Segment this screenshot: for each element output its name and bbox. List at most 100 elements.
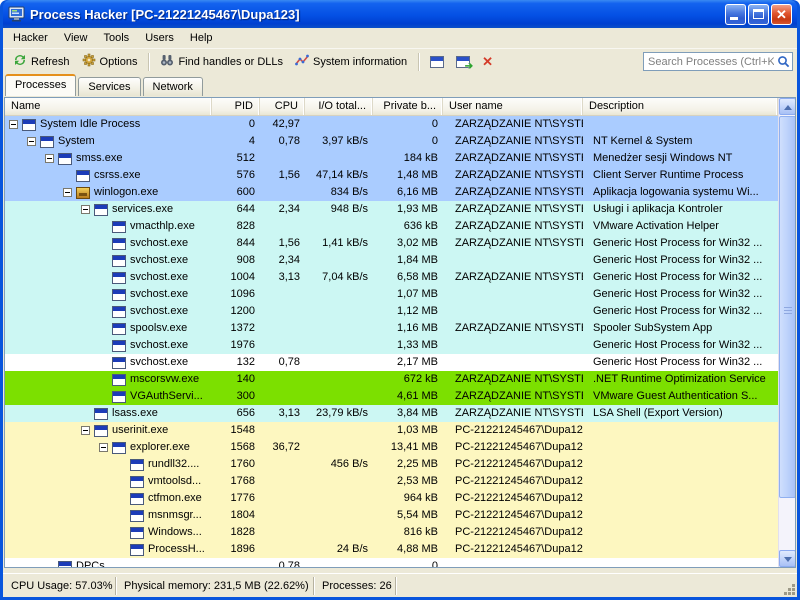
- cell-user-name: PC-21221245467\Dupa123: [443, 524, 583, 541]
- table-row[interactable]: svchost.exe1320,782,17 MBGeneric Host Pr…: [5, 354, 778, 371]
- column-header-user-name[interactable]: User name: [443, 98, 583, 115]
- cell-name: System Idle Process: [5, 116, 212, 133]
- cell-private-bytes: 816 kB: [373, 524, 443, 541]
- column-header-private-b-[interactable]: Private b...: [373, 98, 443, 115]
- inject-dll-button[interactable]: [450, 53, 476, 71]
- find-handles-button[interactable]: Find handles or DLLs: [154, 50, 289, 73]
- column-header-pid[interactable]: PID: [212, 98, 260, 115]
- table-row[interactable]: ProcessH...189624 B/s4,88 MBPC-212212454…: [5, 541, 778, 558]
- menu-help[interactable]: Help: [182, 30, 221, 46]
- table-row[interactable]: mscorsvw.exe140672 kBZARZĄDZANIE NT\SYST…: [5, 371, 778, 388]
- refresh-button[interactable]: Refresh: [7, 50, 76, 73]
- status-physical-memory: Physical memory: 231,5 MB (22.62%): [116, 577, 314, 595]
- tab-network[interactable]: Network: [143, 77, 203, 96]
- scroll-thumb[interactable]: [779, 116, 796, 498]
- table-row[interactable]: vmacthlp.exe828636 kBZARZĄDZANIE NT\SYST…: [5, 218, 778, 235]
- table-row[interactable]: vmtoolsd...17682,53 MBPC-21221245467\Dup…: [5, 473, 778, 490]
- table-row[interactable]: winlogon.exe600834 B/s6,16 MBZARZĄDZANIE…: [5, 184, 778, 201]
- vertical-scrollbar[interactable]: [778, 98, 795, 567]
- cell-user-name: ZARZĄDZANIE NT\SYSTEM: [443, 167, 583, 184]
- cell-user-name: PC-21221245467\Dupa123: [443, 456, 583, 473]
- column-header-i-o-total-[interactable]: I/O total...: [305, 98, 373, 115]
- table-row[interactable]: services.exe6442,34948 B/s1,93 MBZARZĄDZ…: [5, 201, 778, 218]
- scroll-down-button[interactable]: [779, 550, 796, 567]
- window-title: Process Hacker [PC-21221245467\Dupa123]: [30, 7, 725, 22]
- minimize-button[interactable]: [725, 4, 746, 25]
- process-name: userinit.exe: [112, 422, 168, 439]
- close-button[interactable]: ✕: [771, 4, 792, 25]
- process-name: System: [58, 133, 95, 150]
- cell-pid: 828: [212, 218, 260, 235]
- maximize-button[interactable]: [748, 4, 769, 25]
- collapse-expander[interactable]: [27, 137, 36, 146]
- table-row[interactable]: userinit.exe15481,03 MBPC-21221245467\Du…: [5, 422, 778, 439]
- process-window-icon: [58, 561, 72, 568]
- collapse-expander[interactable]: [99, 443, 108, 452]
- process-name: svchost.exe: [130, 337, 188, 354]
- cell-description: Generic Host Process for Win32 ...: [583, 303, 778, 320]
- table-row[interactable]: csrss.exe5761,5647,14 kB/s1,48 MBZARZĄDZ…: [5, 167, 778, 184]
- system-information-button[interactable]: System information: [289, 50, 413, 73]
- cell-cpu: [260, 490, 305, 507]
- table-row[interactable]: explorer.exe156836,7213,41 MBPC-21221245…: [5, 439, 778, 456]
- cell-description: [583, 422, 778, 439]
- table-row[interactable]: Windows...1828816 kBPC-21221245467\Dupa1…: [5, 524, 778, 541]
- table-row[interactable]: svchost.exe9082,341,84 MBGeneric Host Pr…: [5, 252, 778, 269]
- table-row[interactable]: spoolsv.exe13721,16 MBZARZĄDZANIE NT\SYS…: [5, 320, 778, 337]
- table-row[interactable]: svchost.exe10043,137,04 kB/s6,58 MBZARZĄ…: [5, 269, 778, 286]
- options-button[interactable]: Options: [76, 50, 144, 73]
- table-row[interactable]: msnmsgr...18045,54 MBPC-21221245467\Dupa…: [5, 507, 778, 524]
- cell-pid: 1768: [212, 473, 260, 490]
- cell-private-bytes: 5,54 MB: [373, 507, 443, 524]
- cell-pid: 1200: [212, 303, 260, 320]
- tab-processes[interactable]: Processes: [5, 74, 76, 96]
- cell-description: Spooler SubSystem App: [583, 320, 778, 337]
- scroll-up-button[interactable]: [779, 98, 796, 115]
- column-header-cpu[interactable]: CPU: [260, 98, 305, 115]
- terminate-button[interactable]: ✕: [476, 52, 499, 72]
- cell-cpu: 0,78: [260, 354, 305, 371]
- process-name: ProcessH...: [148, 541, 205, 558]
- collapse-expander[interactable]: [81, 426, 90, 435]
- table-row[interactable]: svchost.exe1200 1,12 MB Generic Host Proce…: [5, 303, 778, 320]
- resize-grip[interactable]: [792, 592, 795, 595]
- menu-users[interactable]: Users: [137, 30, 182, 46]
- menu-hacker[interactable]: Hacker: [5, 30, 56, 46]
- menu-tools[interactable]: Tools: [96, 30, 138, 46]
- collapse-expander[interactable]: [45, 154, 54, 163]
- cell-private-bytes: 184 kB: [373, 150, 443, 167]
- cell-name: Windows...: [5, 524, 212, 541]
- new-window-button[interactable]: [424, 53, 450, 71]
- table-row[interactable]: smss.exe512184 kBZARZĄDZANIE NT\SYSTEMMe…: [5, 150, 778, 167]
- table-row[interactable]: rundll32....1760456 B/s2,25 MBPC-2122124…: [5, 456, 778, 473]
- table-row[interactable]: DPCs0,780: [5, 558, 778, 567]
- cell-pid: 132: [212, 354, 260, 371]
- table-row[interactable]: System Idle Process042,970ZARZĄDZANIE NT…: [5, 116, 778, 133]
- cell-private-bytes: 1,12 MB: [373, 303, 443, 320]
- cell-name: svchost.exe: [5, 337, 212, 354]
- table-row[interactable]: lsass.exe6563,1323,79 kB/s3,84 MBZARZĄDZ…: [5, 405, 778, 422]
- cell-io-total: [305, 286, 373, 303]
- column-header-name[interactable]: Name: [5, 98, 212, 115]
- cell-pid: 908: [212, 252, 260, 269]
- table-row[interactable]: svchost.exe10961,07 MBGeneric Host Proce…: [5, 286, 778, 303]
- table-row[interactable]: ctfmon.exe1776964 kBPC-21221245467\Dupa1…: [5, 490, 778, 507]
- column-header-description[interactable]: Description: [583, 98, 778, 115]
- process-name: mscorsvw.exe: [130, 371, 199, 388]
- cell-name: mscorsvw.exe: [5, 371, 212, 388]
- cell-description: Generic Host Process for Win32 ...: [583, 252, 778, 269]
- table-row[interactable]: System40,783,97 kB/s0ZARZĄDZANIE NT\SYST…: [5, 133, 778, 150]
- cell-name: svchost.exe: [5, 303, 212, 320]
- cell-name: vmacthlp.exe: [5, 218, 212, 235]
- collapse-expander[interactable]: [9, 120, 18, 129]
- collapse-expander[interactable]: [63, 188, 72, 197]
- search-input[interactable]: [643, 52, 793, 71]
- table-row[interactable]: VGAuthServi...3004,61 MBZARZĄDZANIE NT\S…: [5, 388, 778, 405]
- collapse-expander[interactable]: [81, 205, 90, 214]
- winlogon-icon: [76, 187, 90, 199]
- menu-view[interactable]: View: [56, 30, 96, 46]
- table-row[interactable]: svchost.exe8441,561,41 kB/s3,02 MBZARZĄD…: [5, 235, 778, 252]
- tab-services[interactable]: Services: [78, 77, 140, 96]
- table-row[interactable]: svchost.exe19761,33 MBGeneric Host Proce…: [5, 337, 778, 354]
- cell-cpu: 36,72: [260, 439, 305, 456]
